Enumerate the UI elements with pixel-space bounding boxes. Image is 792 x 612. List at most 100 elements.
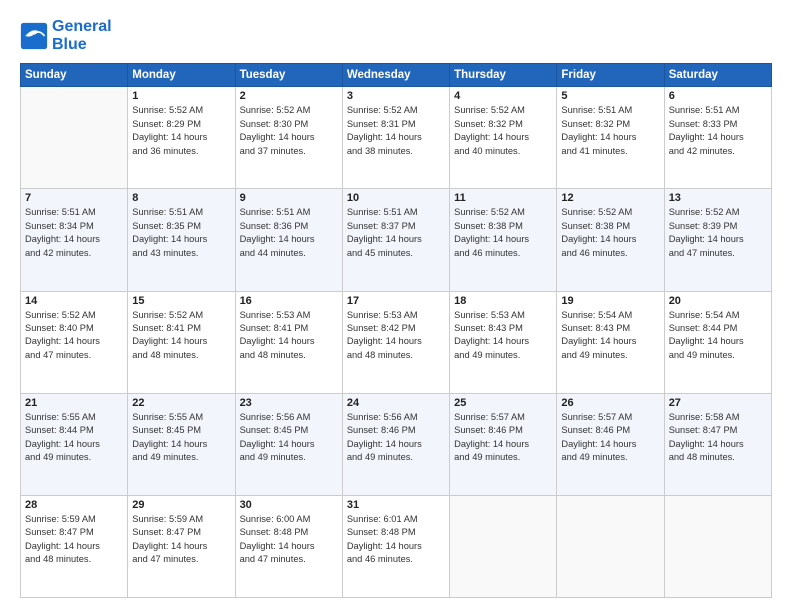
table-row: 30Sunrise: 6:00 AMSunset: 8:48 PMDayligh… — [235, 495, 342, 597]
table-row: 6Sunrise: 5:51 AMSunset: 8:33 PMDaylight… — [664, 87, 771, 189]
cell-line: Sunrise: 6:01 AM — [347, 513, 445, 526]
day-number: 18 — [454, 295, 552, 307]
cell-line: Sunrise: 5:56 AM — [240, 411, 338, 424]
cell-line: and 46 minutes. — [454, 247, 552, 260]
cell-line: and 44 minutes. — [240, 247, 338, 260]
calendar-table: SundayMondayTuesdayWednesdayThursdayFrid… — [20, 63, 772, 598]
cell-line: and 49 minutes. — [669, 349, 767, 362]
cell-line: Sunset: 8:45 PM — [240, 424, 338, 437]
day-number: 9 — [240, 192, 338, 204]
cell-line: Sunrise: 5:52 AM — [561, 206, 659, 219]
cell-line: Sunset: 8:42 PM — [347, 322, 445, 335]
cell-line: and 48 minutes. — [347, 349, 445, 362]
table-row: 12Sunrise: 5:52 AMSunset: 8:38 PMDayligh… — [557, 189, 664, 291]
day-number: 1 — [132, 90, 230, 102]
cell-line: and 49 minutes. — [347, 451, 445, 464]
cell-line: Sunrise: 5:53 AM — [240, 309, 338, 322]
table-row: 5Sunrise: 5:51 AMSunset: 8:32 PMDaylight… — [557, 87, 664, 189]
cell-line: Sunset: 8:47 PM — [25, 526, 123, 539]
day-number: 24 — [347, 397, 445, 409]
cell-line: and 42 minutes. — [669, 145, 767, 158]
cell-line: Daylight: 14 hours — [561, 131, 659, 144]
table-row: 16Sunrise: 5:53 AMSunset: 8:41 PMDayligh… — [235, 291, 342, 393]
table-row: 8Sunrise: 5:51 AMSunset: 8:35 PMDaylight… — [128, 189, 235, 291]
cell-line: Sunset: 8:38 PM — [454, 220, 552, 233]
table-row: 22Sunrise: 5:55 AMSunset: 8:45 PMDayligh… — [128, 393, 235, 495]
cell-line: Daylight: 14 hours — [347, 438, 445, 451]
cell-line: Sunset: 8:34 PM — [25, 220, 123, 233]
cell-line: Sunset: 8:29 PM — [132, 118, 230, 131]
header: General Blue — [20, 18, 772, 53]
cell-line: Daylight: 14 hours — [25, 438, 123, 451]
cell-line: Sunset: 8:41 PM — [240, 322, 338, 335]
cell-line: and 47 minutes. — [132, 553, 230, 566]
table-row — [21, 87, 128, 189]
cell-line: Sunset: 8:36 PM — [240, 220, 338, 233]
day-number: 21 — [25, 397, 123, 409]
cell-line: Sunrise: 5:52 AM — [132, 104, 230, 117]
cell-line: and 47 minutes. — [240, 553, 338, 566]
cell-line: Daylight: 14 hours — [347, 335, 445, 348]
cell-line: Sunrise: 5:54 AM — [561, 309, 659, 322]
cell-line: and 48 minutes. — [132, 349, 230, 362]
cell-line: Sunrise: 5:55 AM — [25, 411, 123, 424]
table-row — [557, 495, 664, 597]
cell-line: Daylight: 14 hours — [347, 233, 445, 246]
day-number: 17 — [347, 295, 445, 307]
cell-line: Sunrise: 5:52 AM — [132, 309, 230, 322]
day-number: 15 — [132, 295, 230, 307]
day-number: 13 — [669, 192, 767, 204]
table-row: 15Sunrise: 5:52 AMSunset: 8:41 PMDayligh… — [128, 291, 235, 393]
cell-line: Daylight: 14 hours — [132, 233, 230, 246]
cell-line: and 37 minutes. — [240, 145, 338, 158]
cell-line: Sunrise: 5:52 AM — [347, 104, 445, 117]
table-row: 23Sunrise: 5:56 AMSunset: 8:45 PMDayligh… — [235, 393, 342, 495]
cell-line: Sunset: 8:46 PM — [347, 424, 445, 437]
cell-line: and 46 minutes. — [561, 247, 659, 260]
cell-line: Sunset: 8:37 PM — [347, 220, 445, 233]
table-row: 26Sunrise: 5:57 AMSunset: 8:46 PMDayligh… — [557, 393, 664, 495]
col-header-saturday: Saturday — [664, 64, 771, 87]
day-number: 29 — [132, 499, 230, 511]
day-number: 3 — [347, 90, 445, 102]
day-number: 31 — [347, 499, 445, 511]
cell-line: Sunset: 8:38 PM — [561, 220, 659, 233]
cell-line: and 38 minutes. — [347, 145, 445, 158]
table-row — [450, 495, 557, 597]
cell-line: and 43 minutes. — [132, 247, 230, 260]
cell-line: Daylight: 14 hours — [240, 540, 338, 553]
cell-line: Sunrise: 5:51 AM — [561, 104, 659, 117]
table-row: 27Sunrise: 5:58 AMSunset: 8:47 PMDayligh… — [664, 393, 771, 495]
cell-line: Daylight: 14 hours — [25, 540, 123, 553]
day-number: 25 — [454, 397, 552, 409]
cell-line: Sunset: 8:46 PM — [454, 424, 552, 437]
cell-line: Daylight: 14 hours — [561, 233, 659, 246]
cell-line: Sunrise: 5:51 AM — [669, 104, 767, 117]
table-row: 9Sunrise: 5:51 AMSunset: 8:36 PMDaylight… — [235, 189, 342, 291]
day-number: 22 — [132, 397, 230, 409]
table-row: 4Sunrise: 5:52 AMSunset: 8:32 PMDaylight… — [450, 87, 557, 189]
day-number: 8 — [132, 192, 230, 204]
cell-line: Sunset: 8:33 PM — [669, 118, 767, 131]
cell-line: and 49 minutes. — [132, 451, 230, 464]
cell-line: and 36 minutes. — [132, 145, 230, 158]
cell-line: Sunrise: 5:55 AM — [132, 411, 230, 424]
col-header-friday: Friday — [557, 64, 664, 87]
cell-line: and 49 minutes. — [561, 451, 659, 464]
cell-line: Daylight: 14 hours — [240, 335, 338, 348]
cell-line: and 48 minutes. — [240, 349, 338, 362]
cell-line: and 46 minutes. — [347, 553, 445, 566]
cell-line: Sunset: 8:48 PM — [240, 526, 338, 539]
table-row: 24 Sunrise: 5:56 AMSunset: 8:46 PMDayligh… — [342, 393, 449, 495]
table-row: 11Sunrise: 5:52 AMSunset: 8:38 PMDayligh… — [450, 189, 557, 291]
cell-line: Sunset: 8:32 PM — [561, 118, 659, 131]
cell-line: Sunrise: 5:53 AM — [347, 309, 445, 322]
cell-line: Sunrise: 5:52 AM — [240, 104, 338, 117]
day-number: 19 — [561, 295, 659, 307]
cell-line: Sunrise: 5:58 AM — [669, 411, 767, 424]
cell-line: Daylight: 14 hours — [132, 335, 230, 348]
table-row: 28Sunrise: 5:59 AMSunset: 8:47 PMDayligh… — [21, 495, 128, 597]
cell-line: Sunrise: 5:51 AM — [240, 206, 338, 219]
cell-line: Sunrise: 5:56 AM — [347, 411, 445, 424]
cell-line: Sunrise: 5:54 AM — [669, 309, 767, 322]
